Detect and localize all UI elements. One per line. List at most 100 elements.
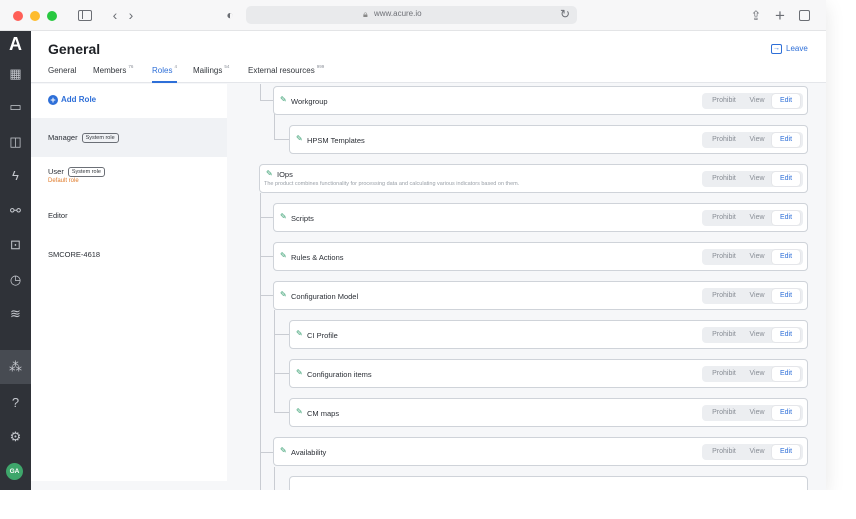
- pencil-icon[interactable]: ✎: [280, 290, 287, 299]
- view-option[interactable]: View: [745, 288, 769, 304]
- default-role-label: Default role: [48, 178, 79, 185]
- tab-count: 4: [174, 64, 177, 69]
- chart-icon[interactable]: ◫: [0, 130, 31, 154]
- help-icon[interactable]: ?: [0, 391, 31, 415]
- leave-button[interactable]: → Leave: [771, 41, 808, 57]
- forward-arrow-icon[interactable]: ›: [124, 7, 138, 24]
- add-role-button[interactable]: + Add Role: [48, 95, 96, 105]
- view-option[interactable]: View: [745, 327, 769, 343]
- back-arrow-icon[interactable]: ‹: [108, 7, 122, 24]
- permission-row-ci-profile: ✎ CI Profile Prohibit View Edit: [289, 320, 808, 349]
- permission-level-toggle: Prohibit View Edit: [702, 288, 803, 304]
- edit-option[interactable]: Edit: [772, 133, 800, 147]
- view-option[interactable]: View: [745, 93, 769, 109]
- user-avatar[interactable]: GA: [6, 463, 23, 480]
- lightning-icon[interactable]: ϟ: [0, 164, 31, 188]
- permission-level-toggle: Prohibit View Edit: [702, 366, 803, 382]
- role-item-editor[interactable]: Editor: [31, 196, 227, 235]
- app-logo[interactable]: A: [0, 34, 31, 55]
- tab-members[interactable]: Members 76: [93, 64, 134, 83]
- edit-option[interactable]: Edit: [772, 250, 800, 264]
- permission-name: HPSM Templates: [307, 136, 365, 145]
- page-title: General: [48, 41, 101, 57]
- tab-external-resources[interactable]: External resources 999: [248, 64, 324, 83]
- edit-option[interactable]: Edit: [772, 367, 800, 381]
- pencil-icon[interactable]: ✎: [266, 169, 273, 178]
- tab-general[interactable]: General: [48, 66, 76, 83]
- edit-option[interactable]: Edit: [772, 172, 800, 186]
- tree-connector: [260, 295, 273, 296]
- history-icon[interactable]: ◷: [0, 268, 31, 292]
- pencil-icon[interactable]: ✎: [296, 407, 303, 416]
- pencil-icon[interactable]: ✎: [280, 95, 287, 104]
- edit-option[interactable]: Edit: [772, 289, 800, 303]
- roles-list: + Add Role Manager System role User System …: [31, 84, 227, 481]
- pencil-icon[interactable]: ✎: [280, 212, 287, 221]
- zoom-window-button[interactable]: [47, 11, 57, 21]
- tree-connector: [260, 193, 261, 490]
- page-margin: [0, 490, 856, 519]
- edit-option[interactable]: Edit: [772, 94, 800, 108]
- grid-icon[interactable]: ⊡: [0, 233, 31, 257]
- tab-roles[interactable]: Roles 4: [152, 64, 177, 83]
- prohibit-option[interactable]: Prohibit: [705, 210, 743, 226]
- prohibit-option[interactable]: Prohibit: [705, 366, 743, 382]
- view-option[interactable]: View: [745, 132, 769, 148]
- prohibit-option[interactable]: Prohibit: [705, 171, 743, 187]
- view-option[interactable]: View: [745, 210, 769, 226]
- prohibit-option[interactable]: Prohibit: [705, 327, 743, 343]
- view-option[interactable]: View: [745, 444, 769, 460]
- permission-name: IOps: [277, 170, 293, 179]
- exit-icon: →: [771, 43, 782, 54]
- share-icon[interactable]: ⇪: [749, 7, 763, 24]
- tree-connector: [274, 412, 289, 413]
- prohibit-option[interactable]: Prohibit: [705, 405, 743, 421]
- pencil-icon[interactable]: ✎: [296, 134, 303, 143]
- settings-icon[interactable]: ⚙: [0, 425, 31, 449]
- pencil-icon[interactable]: ✎: [280, 251, 287, 260]
- role-item-user[interactable]: User System role Default role: [31, 157, 227, 196]
- prohibit-option[interactable]: Prohibit: [705, 249, 743, 265]
- prohibit-option[interactable]: Prohibit: [705, 288, 743, 304]
- privacy-shield-icon[interactable]: ◐: [223, 7, 237, 24]
- tab-label: Mailings: [193, 66, 223, 75]
- view-option[interactable]: View: [745, 366, 769, 382]
- pencil-icon[interactable]: ✎: [296, 329, 303, 338]
- clipboard-icon[interactable]: ▭: [0, 95, 31, 119]
- permission-row-rules-actions: ✎ Rules & Actions Prohibit View Edit: [273, 242, 808, 271]
- pencil-icon[interactable]: ✎: [280, 446, 287, 455]
- new-tab-icon[interactable]: +: [773, 7, 787, 24]
- tab-count: 76: [128, 64, 134, 69]
- users-icon[interactable]: ⁂: [0, 350, 31, 384]
- database-icon[interactable]: ≋: [0, 302, 31, 326]
- close-window-button[interactable]: [13, 11, 23, 21]
- edit-option[interactable]: Edit: [772, 211, 800, 225]
- workflow-icon[interactable]: ⚯: [0, 199, 31, 223]
- prohibit-option[interactable]: Prohibit: [705, 93, 743, 109]
- permission-level-toggle: Prohibit View Edit: [702, 132, 803, 148]
- view-option[interactable]: View: [745, 171, 769, 187]
- permission-level-toggle: Prohibit View Edit: [702, 93, 803, 109]
- role-item-manager[interactable]: Manager System role: [31, 118, 227, 157]
- edit-option[interactable]: Edit: [772, 406, 800, 420]
- address-bar[interactable]: 🔒︎ www.acure.io ↻: [246, 6, 577, 24]
- tab-label: Members: [93, 66, 127, 75]
- edit-option[interactable]: Edit: [772, 328, 800, 342]
- tab-overview-icon[interactable]: [797, 7, 811, 24]
- sidebar-toggle-icon[interactable]: [76, 7, 94, 24]
- permission-level-toggle: Prohibit View Edit: [702, 249, 803, 265]
- tab-mailings[interactable]: Mailings 54: [193, 64, 229, 83]
- view-option[interactable]: View: [745, 249, 769, 265]
- role-name: User: [48, 167, 64, 176]
- minimize-window-button[interactable]: [30, 11, 40, 21]
- edit-option[interactable]: Edit: [772, 445, 800, 459]
- role-item-smcore-4618[interactable]: SMCORE-4618: [31, 235, 227, 274]
- reload-icon[interactable]: ↻: [560, 7, 570, 21]
- dashboard-icon[interactable]: ▦: [0, 62, 31, 86]
- prohibit-option[interactable]: Prohibit: [705, 132, 743, 148]
- page-header: General → Leave General Members 76 Roles 4 …: [31, 31, 826, 83]
- view-option[interactable]: View: [745, 405, 769, 421]
- prohibit-option[interactable]: Prohibit: [705, 444, 743, 460]
- permission-name: CM maps: [307, 409, 340, 418]
- pencil-icon[interactable]: ✎: [296, 368, 303, 377]
